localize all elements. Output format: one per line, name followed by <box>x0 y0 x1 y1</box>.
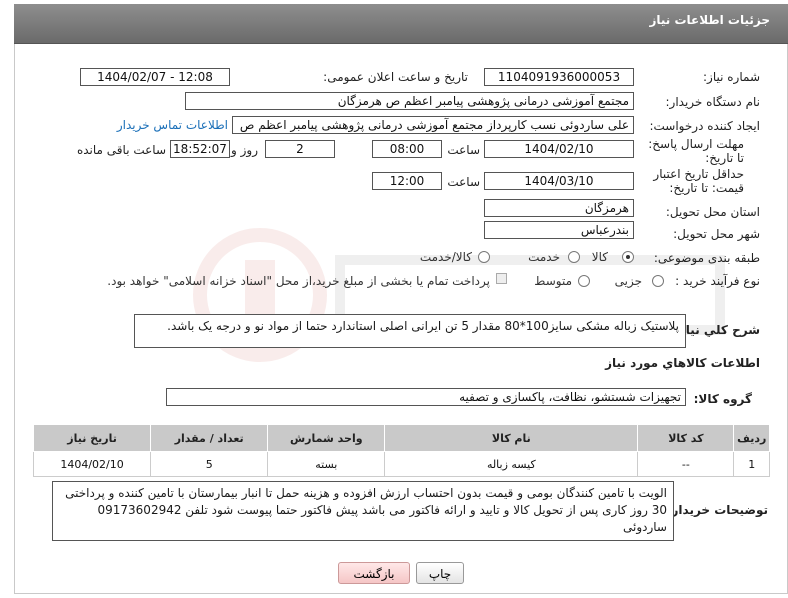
panel-title: جزئیات اطلاعات نیاز <box>649 13 770 27</box>
goods-table-header: ردیف کد کالا نام کالا واحد شمارش تعداد /… <box>32 424 770 452</box>
need-number-field: 1104091936000053 <box>484 68 634 86</box>
col-unit: واحد شمارش <box>267 424 386 452</box>
table-row: 1 -- کیسه زباله بسته 5 1404/02/10 <box>32 451 770 477</box>
category-label: طبقه بندی موضوعی: <box>653 251 760 265</box>
buyer-notes-textarea[interactable]: الویت با تامین کنندگان بومی و قیمت بدون … <box>52 481 674 541</box>
row-qty: 5 <box>150 451 269 477</box>
treasury-payment-note: پرداخت تمام یا بخشی از مبلغ خرید،از محل … <box>107 274 490 288</box>
goods-group-label: گروه کالا: <box>693 392 752 406</box>
goods-section-title: اطلاعات كالاهاي مورد نياز <box>605 356 760 370</box>
back-button[interactable]: بازگشت <box>338 562 410 584</box>
row-unit: بسته <box>267 451 386 477</box>
description-textarea[interactable]: پلاستیک زباله مشکی سایز100*80 مقدار 5 تن… <box>134 314 686 348</box>
goods-table: ردیف کد کالا نام کالا واحد شمارش تعداد /… <box>32 424 770 477</box>
category-radio-goods[interactable] <box>622 251 634 263</box>
print-button[interactable]: چاپ <box>416 562 464 584</box>
reply-date-field: 1404/02/10 <box>484 140 634 158</box>
reply-deadline-label: مهلت ارسال پاسخ: تا تاریخ: <box>648 137 744 165</box>
price-time-field: 12:00 <box>372 172 442 190</box>
category-radio-goods-service[interactable] <box>478 251 490 263</box>
purchase-option-minor: جزیی <box>614 274 642 288</box>
row-code: -- <box>637 451 735 477</box>
category-radio-service[interactable] <box>568 251 580 263</box>
description-text: پلاستیک زباله مشکی سایز100*80 مقدار 5 تن… <box>167 319 679 333</box>
announce-label: تاریخ و ساعت اعلان عمومی: <box>323 70 468 84</box>
city-label: شهر محل تحویل: <box>673 227 760 241</box>
category-option-service: خدمت <box>528 250 560 264</box>
remaining-time-field: 18:52:07 <box>170 140 230 158</box>
price-deadline-label: حداقل تاریخ اعتبار قیمت: تا تاریخ: <box>653 167 744 195</box>
category-option-goods: کالا <box>591 250 608 264</box>
row-index: 1 <box>733 451 770 477</box>
treasury-checkbox[interactable] <box>496 273 507 284</box>
price-time-word: ساعت <box>447 175 480 189</box>
province-label: استان محل تحویل: <box>665 205 760 219</box>
province-field: هرمزگان <box>484 199 634 217</box>
reply-time-field: 08:00 <box>372 140 442 158</box>
remaining-word: ساعت باقی مانده <box>76 143 166 157</box>
days-word: روز و <box>231 143 258 157</box>
city-field: بندرعباس <box>484 221 634 239</box>
goods-group-field: تجهیزات شستشو، نظافت، پاکسازی و تصفیه <box>166 388 686 406</box>
purchase-radio-minor[interactable] <box>652 275 664 287</box>
purchase-option-medium: متوسط <box>534 274 572 288</box>
announce-field: 1404/02/07 - 12:08 <box>80 68 230 86</box>
reply-time-word: ساعت <box>447 143 480 157</box>
creator-field: علی ساردوئی نسب کارپرداز مجتمع آموزشی در… <box>232 116 634 134</box>
col-qty: تعداد / مقدار <box>150 424 269 452</box>
col-date: تاریخ نیاز <box>32 424 152 452</box>
purchase-radio-medium[interactable] <box>578 275 590 287</box>
description-label: شرح كلي نياز: <box>674 323 760 337</box>
creator-label: ایجاد کننده درخواست: <box>649 119 760 133</box>
buyer-notes-text: الویت با تامین کنندگان بومی و قیمت بدون … <box>65 486 667 534</box>
buyer-org-label: نام دستگاه خریدار: <box>665 95 761 109</box>
days-field: 2 <box>265 140 335 158</box>
price-date-field: 1404/03/10 <box>484 172 634 190</box>
col-code: کد کالا <box>637 424 735 452</box>
purchase-type-label: نوع فرآیند خرید : <box>675 274 760 288</box>
col-name: نام کالا <box>384 424 639 452</box>
row-name: کیسه زباله <box>384 451 639 477</box>
buyer-org-field: مجتمع آموزشی درمانی پژوهشی پیامبر اعظم ص… <box>185 92 634 110</box>
buyer-notes-label: توضیحات خریدار: <box>666 503 768 517</box>
need-number-label: شماره نیاز: <box>703 70 760 84</box>
category-option-goods-service: کالا/خدمت <box>419 250 472 264</box>
col-index: ردیف <box>733 424 770 452</box>
row-date: 1404/02/10 <box>32 451 152 477</box>
contact-info-link[interactable]: اطلاعات تماس خریدار <box>117 118 228 132</box>
